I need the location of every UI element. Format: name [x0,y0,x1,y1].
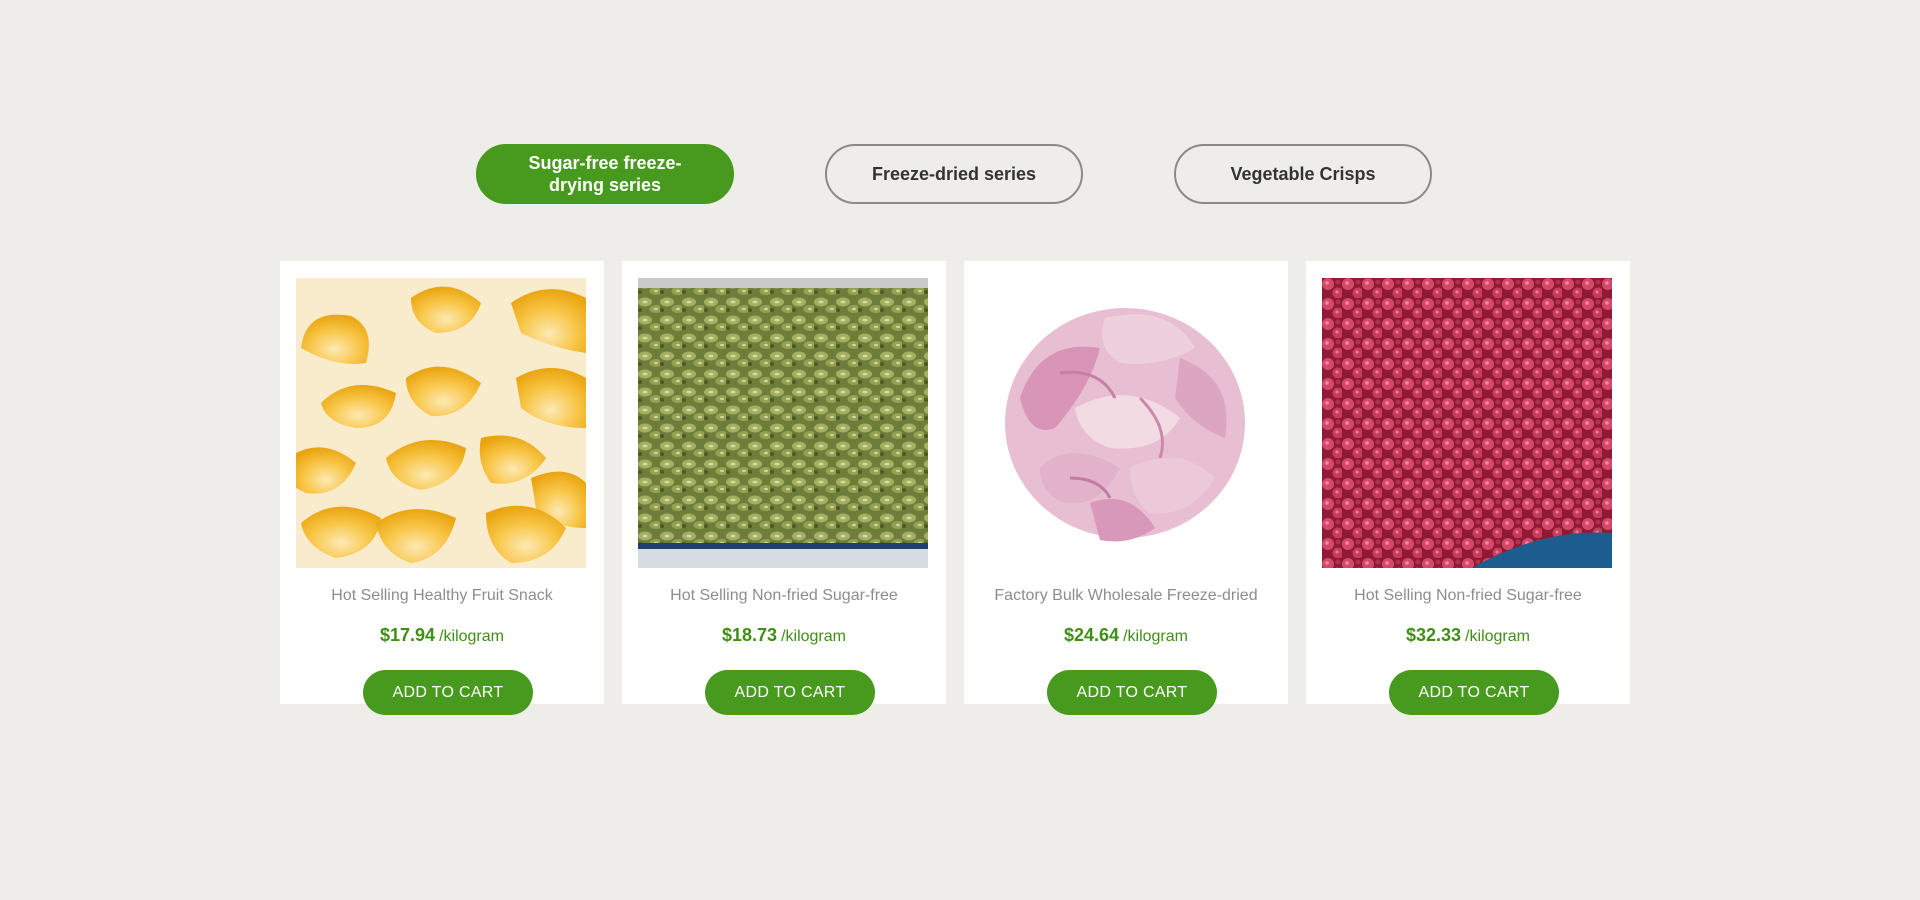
product-price: $17.94 [380,625,436,645]
add-to-cart-button[interactable]: ADD TO CART [363,670,533,715]
product-price-unit: /kilogram [781,628,846,645]
product-grid: Hot Selling Healthy Fruit Snack $17.94/k… [280,261,1630,721]
product-price-line: $18.73/kilogram [622,625,946,646]
kiwi-slices-image [638,278,928,568]
product-card: Hot Selling Non-fried Sugar-free $18.73/… [622,261,946,715]
product-price-unit: /kilogram [1465,628,1530,645]
product-image[interactable] [296,278,586,568]
product-card: Hot Selling Healthy Fruit Snack $17.94/k… [280,261,604,715]
product-price-line: $32.33/kilogram [1306,625,1630,646]
product-price: $24.64 [1064,625,1120,645]
raspberries-image [1322,278,1612,568]
product-title[interactable]: Factory Bulk Wholesale Freeze-dried [964,587,1288,605]
tab-vegetable-crisps[interactable]: Vegetable Crisps [1174,144,1432,204]
product-image[interactable] [980,278,1270,568]
product-title[interactable]: Hot Selling Non-fried Sugar-free [622,587,946,605]
product-card: Hot Selling Non-fried Sugar-free $32.33/… [1306,261,1630,715]
mandarin-segments-image [296,278,586,568]
product-price: $32.33 [1406,625,1462,645]
add-to-cart-button[interactable]: ADD TO CART [1389,670,1559,715]
product-image[interactable] [1322,278,1612,568]
product-price-line: $17.94/kilogram [280,625,604,646]
product-image[interactable] [638,278,928,568]
product-title[interactable]: Hot Selling Healthy Fruit Snack [280,587,604,605]
product-price-unit: /kilogram [439,628,504,645]
add-to-cart-button[interactable]: ADD TO CART [1047,670,1217,715]
category-tabs: Sugar-free freeze-drying series Freeze-d… [476,144,1434,204]
tab-freeze-dried-series[interactable]: Freeze-dried series [825,144,1083,204]
product-title[interactable]: Hot Selling Non-fried Sugar-free [1306,587,1630,605]
tab-sugar-free-freeze-drying-series[interactable]: Sugar-free freeze-drying series [476,144,734,204]
product-price-unit: /kilogram [1123,628,1188,645]
product-price-line: $24.64/kilogram [964,625,1288,646]
add-to-cart-button[interactable]: ADD TO CART [705,670,875,715]
product-card: Factory Bulk Wholesale Freeze-dried $24.… [964,261,1288,715]
peach-slices-image [980,278,1270,568]
product-price: $18.73 [722,625,778,645]
